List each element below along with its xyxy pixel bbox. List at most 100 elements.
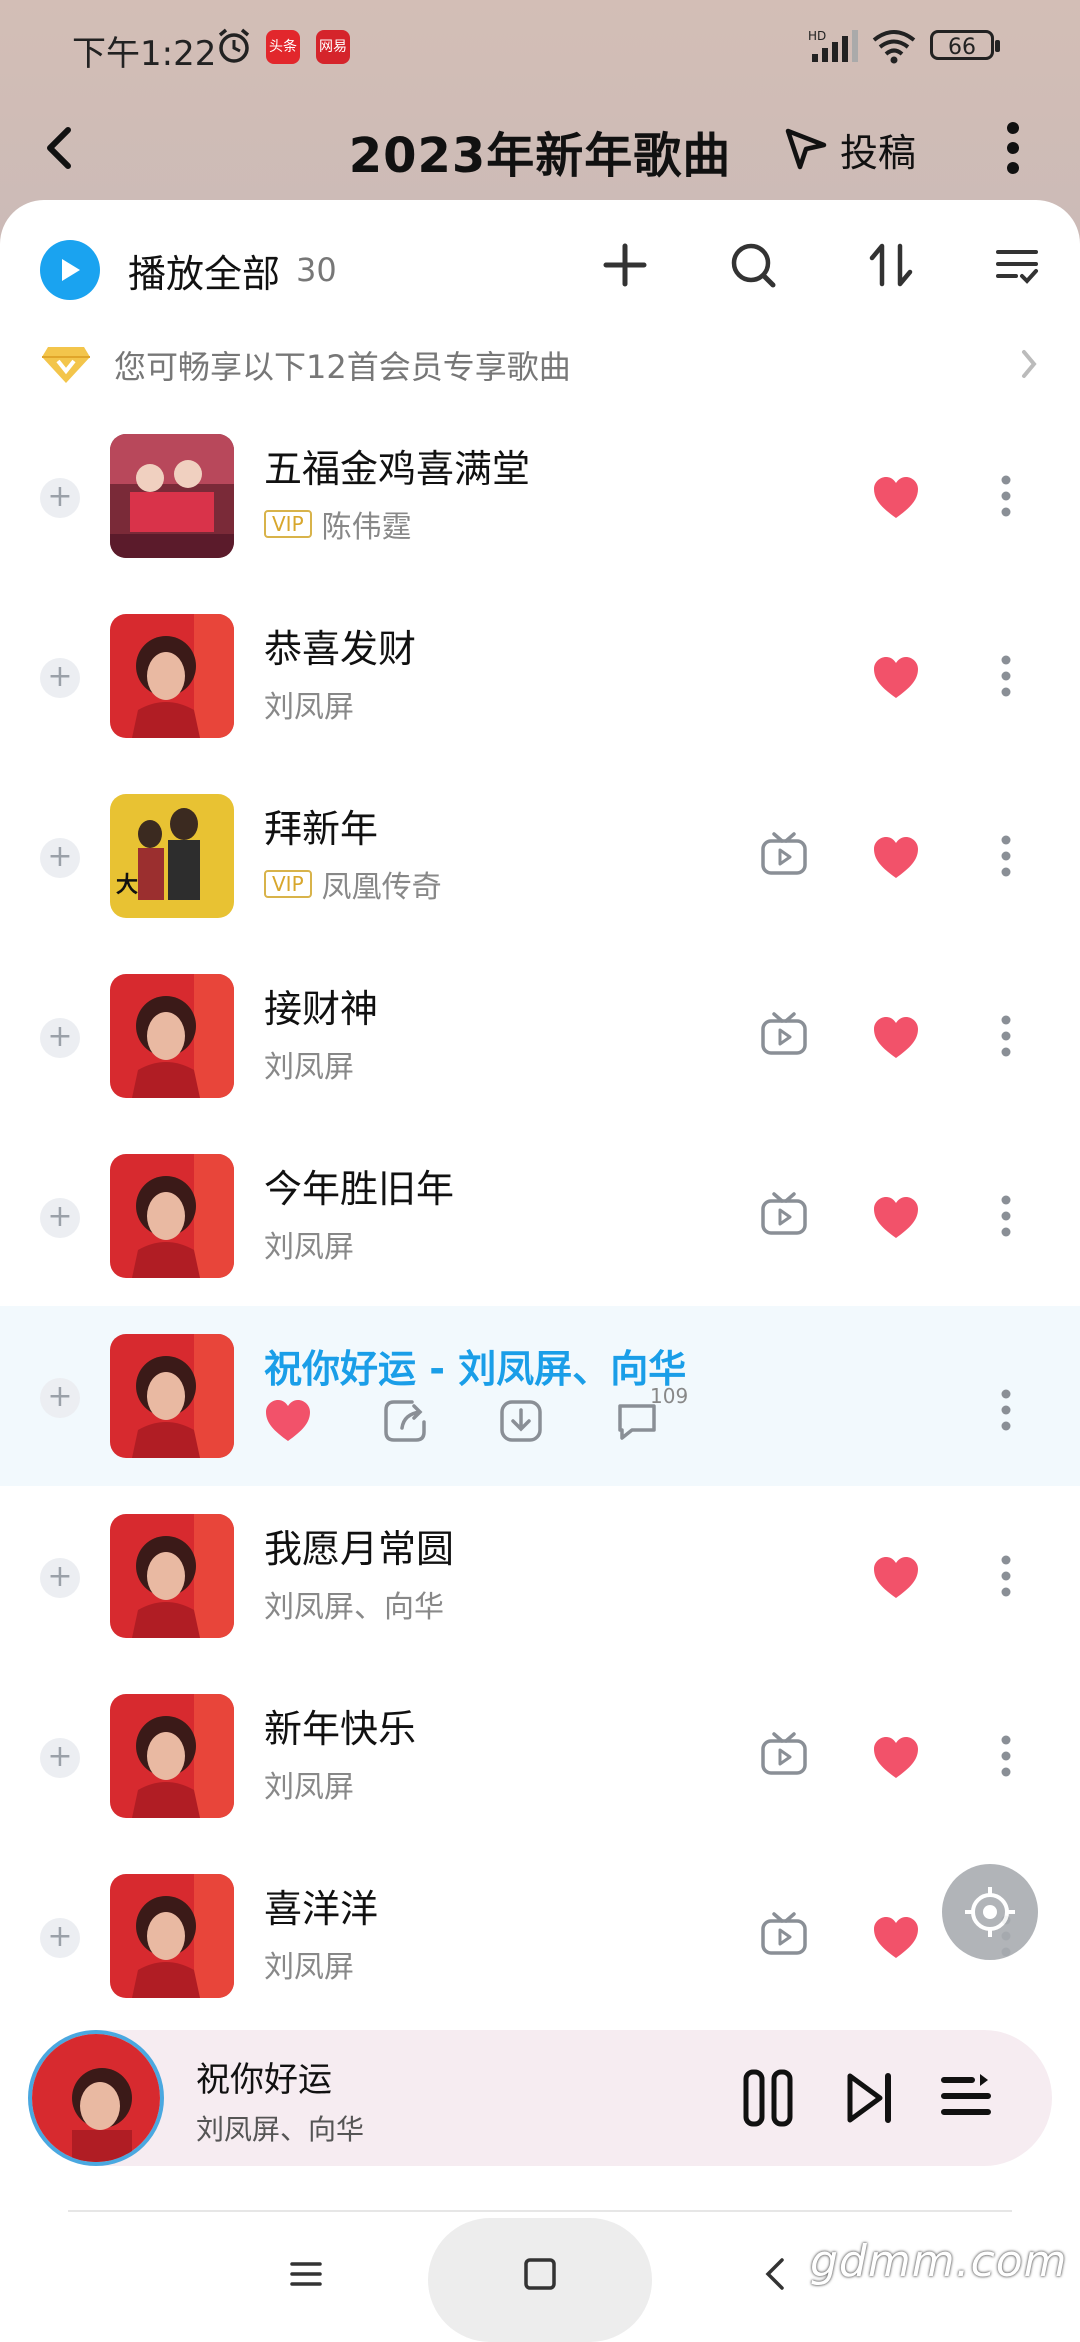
song-row[interactable]: + 恭喜发财 刘凤屏 [0,586,1080,766]
heart-icon[interactable] [872,476,920,524]
mv-icon[interactable] [760,1732,808,1780]
nav-divider [68,2210,1012,2212]
heart-icon[interactable] [872,1916,920,1964]
vip-badge: VIP [264,510,312,538]
heart-icon[interactable] [872,836,920,884]
song-more-icon[interactable] [1000,1384,1012,1440]
multi-select-icon[interactable] [994,240,1040,294]
now-playing-cover[interactable] [28,2030,164,2166]
song-more-icon[interactable] [1000,830,1012,886]
song-subtitle: 刘凤屏 [264,1042,354,1086]
song-artist: 刘凤屏 [264,1950,354,1985]
locate-current-button[interactable] [942,1864,1038,1960]
home-icon[interactable] [522,2256,558,2296]
song-title: 五福金鸡喜满堂 [264,447,531,491]
song-title: 喜洋洋 [264,1887,379,1931]
top-bar: 2023年新年歌曲 投稿 [0,100,1080,200]
album-cover [110,1874,234,1998]
more-options-icon[interactable] [1005,116,1021,184]
song-subtitle: 刘凤屏 [264,1942,354,1986]
search-icon[interactable] [728,240,778,294]
album-cover [110,974,234,1098]
song-row[interactable]: + 接财神刘凤屏 [0,946,1080,1126]
song-artist: 刘凤屏 [264,690,354,725]
vip-notice-bar[interactable]: 您可畅享以下12首会员专享歌曲 [40,330,1040,400]
add-to-playlist-button[interactable]: + [40,658,80,698]
vip-notice-text: 您可畅享以下12首会员专享歌曲 [114,348,571,386]
song-more-icon[interactable] [1000,1550,1012,1606]
song-subtitle: VIP 陈伟霆 [264,502,412,546]
song-title: 我愿月常圆 [264,1527,455,1571]
song-row[interactable]: + 我愿月常圆 刘凤屏、向华 [0,1486,1080,1666]
alarm-icon [214,26,254,70]
heart-icon[interactable] [264,1399,312,1447]
song-artist: 刘凤屏 [264,1050,354,1085]
song-more-icon[interactable] [1000,1730,1012,1786]
mv-icon[interactable] [760,1012,808,1060]
song-artist: 刘凤屏 [264,1230,354,1265]
status-time: 下午1:22 [72,34,217,74]
list-toolbar: 播放全部 30 [0,230,1080,310]
sort-icon[interactable] [866,240,916,294]
add-to-playlist-button[interactable]: + [40,478,80,518]
svg-text:HD: HD [808,29,826,43]
album-cover [110,434,234,558]
heart-icon[interactable] [872,1556,920,1604]
now-playing-artist: 刘凤屏、向华 [196,2113,365,2146]
mv-icon[interactable] [760,1192,808,1240]
heart-icon[interactable] [872,1016,920,1064]
song-title: 新年快乐 [264,1707,417,1751]
playlist-sheet: 播放全部 30 您可畅享以下12首会员专享歌曲 + 五福金鸡喜满堂 VIP 陈伟霆 + 恭… [0,200,1080,2340]
song-title: 接财神 [264,987,379,1031]
locate-icon [965,1887,1015,1937]
comment-icon[interactable]: 109 [614,1384,688,1448]
svg-text:大: 大 [116,872,138,898]
album-cover [110,1694,234,1818]
mv-icon[interactable] [760,832,808,880]
add-to-playlist-button[interactable]: + [40,1378,80,1418]
song-row[interactable]: + 五福金鸡喜满堂 VIP 陈伟霆 [0,406,1080,586]
mini-player[interactable]: 祝你好运 刘凤屏、向华 [28,2030,1052,2166]
song-count: 30 [296,251,337,289]
heart-icon[interactable] [872,1196,920,1244]
add-to-playlist-button[interactable]: + [40,1198,80,1238]
submit-button[interactable]: 投稿 [782,114,916,184]
add-to-playlist-button[interactable]: + [40,1018,80,1058]
play-all-button[interactable]: 播放全部 30 [40,230,337,310]
album-cover [110,1514,234,1638]
heart-icon[interactable] [872,656,920,704]
song-more-icon[interactable] [1000,1190,1012,1246]
song-row[interactable]: + 喜洋洋刘凤屏 [0,1846,1080,2026]
album-cover [110,1154,234,1278]
song-row[interactable]: + 祝你好运 - 刘凤屏、向华 109 [0,1306,1080,1486]
mv-icon[interactable] [760,1912,808,1960]
battery-indicator: 66 [930,30,1000,60]
play-icon [40,240,100,300]
download-icon[interactable] [498,1398,544,1448]
add-to-playlist-button[interactable]: + [40,1558,80,1598]
add-to-playlist-button[interactable]: + [40,838,80,878]
song-row[interactable]: + 大 拜新年 VIP 凤凰传奇 [0,766,1080,946]
song-more-icon[interactable] [1000,650,1012,706]
add-to-playlist-button[interactable]: + [40,1738,80,1778]
album-cover: 大 [110,794,234,918]
playlist-queue-icon[interactable] [938,2066,994,2134]
add-icon[interactable] [600,240,650,294]
add-to-playlist-button[interactable]: + [40,1918,80,1958]
wifi-icon [870,28,918,68]
share-icon[interactable] [382,1398,428,1448]
song-row[interactable]: + 新年快乐 刘凤屏 [0,1666,1080,1846]
song-actions: 109 [264,1384,730,1448]
song-title: 拜新年 [264,807,379,851]
song-more-icon[interactable] [1000,1010,1012,1066]
song-subtitle: VIP 凤凰传奇 [264,862,442,906]
next-track-icon[interactable] [842,2066,898,2134]
song-more-icon[interactable] [1000,470,1012,526]
song-row[interactable]: + 今年胜旧年 刘凤屏 [0,1126,1080,1306]
pause-icon[interactable] [740,2066,796,2134]
comment-count: 109 [650,1384,689,1408]
send-icon [785,128,827,170]
heart-icon[interactable] [872,1736,920,1784]
back-nav-icon[interactable] [762,2256,790,2296]
menu-icon[interactable] [288,2256,324,2296]
